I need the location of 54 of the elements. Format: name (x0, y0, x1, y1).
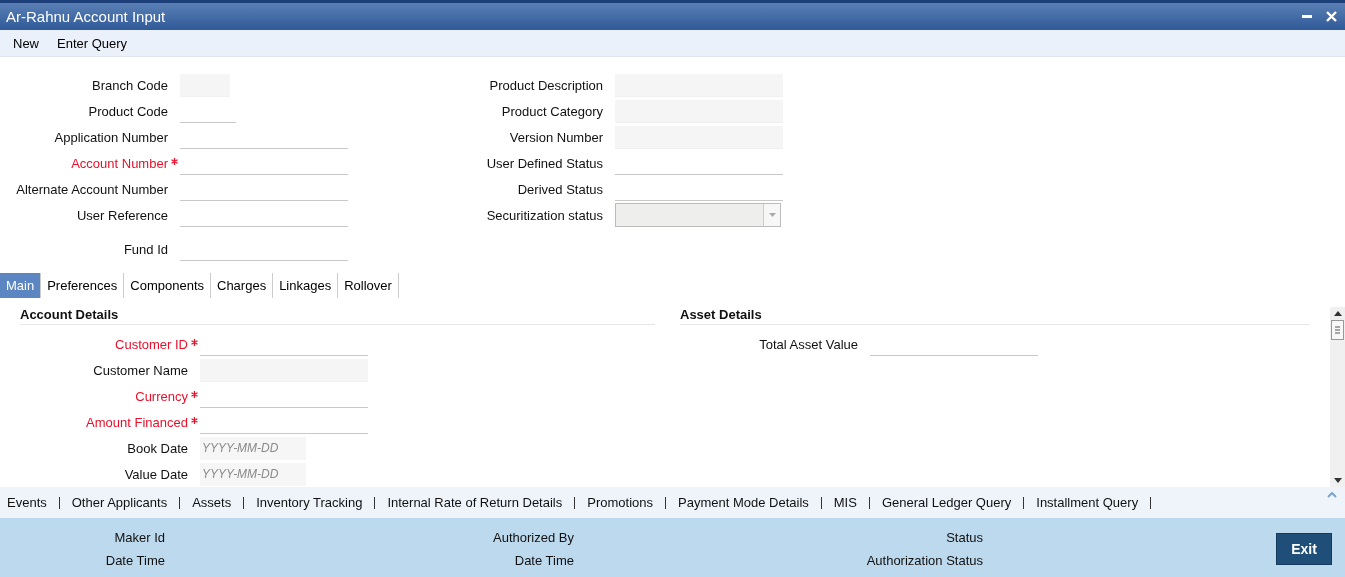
field-label: User Reference (76, 207, 168, 223)
window-title: Ar-Rahnu Account Input (6, 8, 166, 25)
link[interactable]: Internal Rate of Return Details (387, 495, 563, 510)
footer-label: Maker Id (113, 529, 165, 545)
section-heading: Account Details (20, 307, 119, 322)
field-label: Alternate Account Number (16, 181, 168, 197)
link[interactable]: Installment Query (1036, 495, 1139, 510)
scroll-thumb[interactable] (1331, 320, 1344, 340)
date-field[interactable]: YYYY-MM-DD (200, 436, 306, 460)
field-label: Product Code (88, 103, 168, 119)
field-label: Product Category (501, 103, 603, 119)
link[interactable]: Events (7, 495, 47, 510)
link[interactable]: General Ledger Query (881, 495, 1012, 510)
link[interactable]: Assets (192, 495, 232, 510)
field-label: Value Date (124, 466, 188, 482)
field-label: Currency (135, 388, 188, 404)
field-label: Product Description (489, 77, 603, 93)
scroll-down-icon[interactable] (1333, 478, 1342, 483)
close-icon[interactable] (1326, 11, 1337, 22)
field-label: Total Asset Value (759, 336, 858, 352)
field-label: Account Number (71, 155, 168, 171)
footer-label: Authorized By (492, 529, 574, 545)
link[interactable]: Payment Mode Details (678, 495, 809, 510)
tab[interactable]: Main (0, 273, 42, 298)
scrollbar[interactable] (1330, 307, 1345, 487)
link[interactable]: Other Applicants (71, 495, 168, 510)
field-label: Version Number (509, 129, 603, 145)
field-label: Securitization status (486, 207, 603, 223)
collapse-icon[interactable] (1327, 492, 1337, 498)
field-label: Book Date (127, 440, 188, 456)
date-field[interactable]: YYYY-MM-DD (200, 462, 306, 486)
scroll-up-icon[interactable] (1333, 311, 1342, 316)
menu-item[interactable]: Enter Query (48, 35, 137, 51)
link[interactable]: MIS (833, 495, 857, 510)
footer-label: Date Time (513, 552, 574, 568)
field-label: Branch Code (92, 77, 168, 93)
dropdown[interactable] (615, 203, 781, 227)
link[interactable]: Inventory Tracking (256, 495, 363, 510)
field-label: Derived Status (517, 181, 603, 197)
exit-button[interactable]: Exit (1276, 532, 1332, 565)
field-label: Application Number (54, 129, 168, 145)
menu-item[interactable]: New (4, 35, 48, 51)
field-label: Fund Id (123, 241, 168, 257)
caret-icon (768, 213, 776, 217)
field-label: Customer Name (93, 362, 188, 378)
footer-label: Date Time (104, 552, 165, 568)
field-label: Amount Financed (86, 414, 188, 430)
minimize-icon[interactable] (1302, 15, 1312, 18)
section-heading: Asset Details (680, 307, 762, 322)
footer-label: Authorization Status (865, 552, 983, 568)
field-label: Customer ID (115, 336, 188, 352)
link[interactable]: Promotions (587, 495, 653, 510)
field-label: User Defined Status (486, 155, 603, 171)
footer-label: Status (945, 529, 983, 545)
